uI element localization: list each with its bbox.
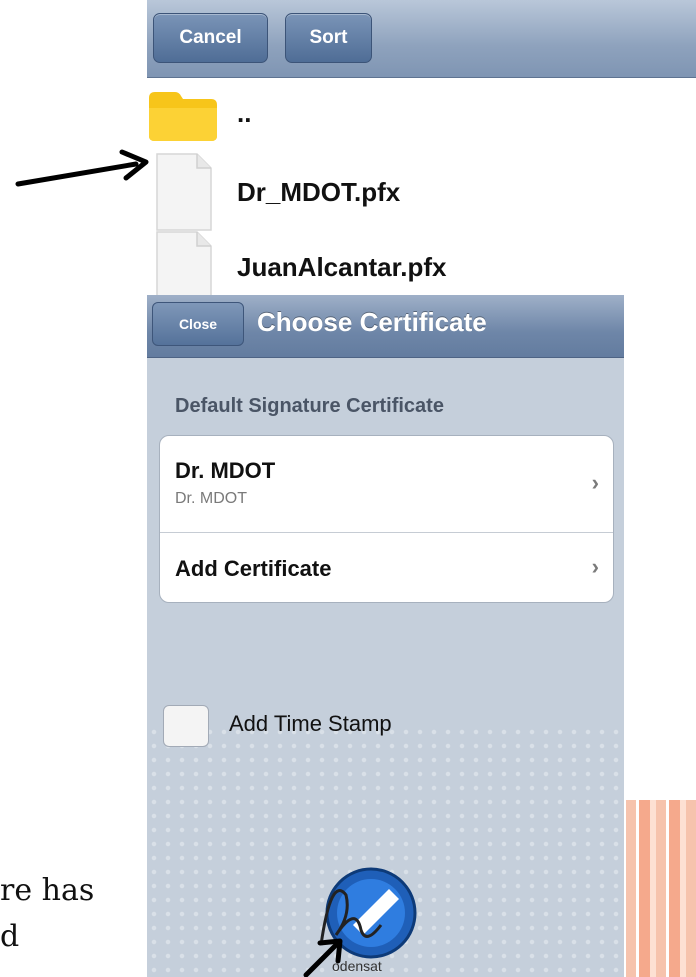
slide-text-line: d [0,919,20,954]
certificate-row-dr-mdot[interactable]: Dr. MDOT Dr. MDOT › [160,436,613,532]
chevron-right-icon: › [591,470,599,495]
file-browser-panel: Cancel Sort .. Dr_MDOT.pfx JuanAlcantar.… [147,0,696,309]
certificate-subtitle: Dr. MDOT [175,490,247,507]
file-row-juan-alcantar[interactable]: JuanAlcantar.pfx [147,230,696,309]
file-name: .. [237,98,252,128]
file-name: Dr_MDOT.pfx [237,177,401,207]
file-row-dr-mdot[interactable]: Dr_MDOT.pfx [147,152,696,231]
cancel-button[interactable]: Cancel [153,13,268,63]
file-row-parent[interactable]: .. [147,78,696,150]
choose-certificate-navbar: Close Choose Certificate [147,295,624,358]
pointer-arrow-icon [15,149,149,187]
slide-text-fragment: re has d [0,868,94,960]
slide-text-line: re has [0,873,95,908]
certificate-list: Dr. MDOT Dr. MDOT › Add Certificate › [159,435,614,603]
add-certificate-label: Add Certificate [175,556,332,581]
file-browser-toolbar: Cancel Sort [147,0,696,78]
file-name: JuanAlcantar.pfx [237,252,447,282]
choose-certificate-panel: Close Choose Certificate Default Signatu… [147,295,624,977]
sort-button[interactable]: Sort [285,13,372,63]
add-certificate-row[interactable]: Add Certificate › [160,533,613,602]
section-header: Default Signature Certificate [175,395,444,417]
decorative-stripes [626,800,696,977]
page-title: Choose Certificate [257,307,487,337]
folder-icon [149,92,217,141]
close-button[interactable]: Close [152,302,244,346]
certificate-title: Dr. MDOT [175,458,276,483]
time-stamp-checkbox[interactable] [163,705,209,747]
chevron-right-icon: › [591,554,599,579]
pointer-arrow-icon [303,938,343,977]
document-icon [156,153,212,231]
time-stamp-label: Add Time Stamp [229,711,392,736]
